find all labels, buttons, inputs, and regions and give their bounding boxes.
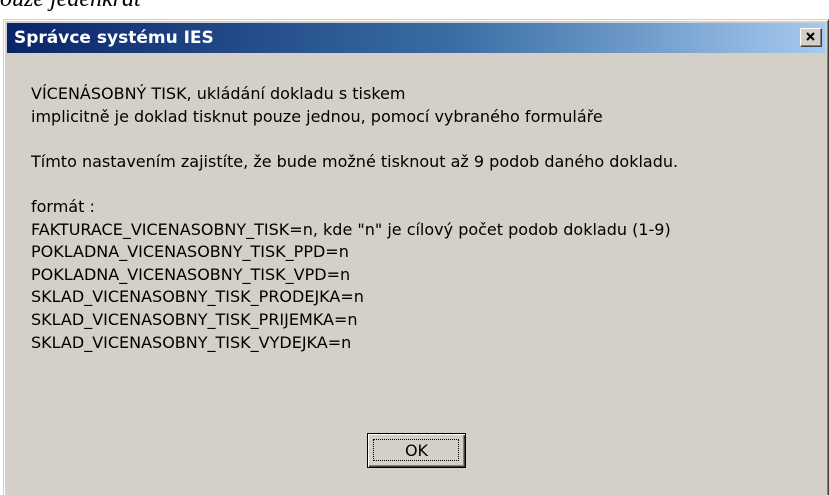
document-fragment-text: ouze jedenkrát: [0, 0, 141, 20]
dialog-titlebar[interactable]: Správce systému IES: [7, 23, 825, 53]
message-line: SKLAD_VICENASOBNY_TISK_VYDEJKA=n: [31, 332, 352, 352]
dialog-message: VÍCENÁSOBNÝ TISK, ukládání dokladu s tis…: [31, 83, 678, 354]
message-line: SKLAD_VICENASOBNY_TISK_PRODEJKA=n: [31, 287, 364, 307]
dialog-title: Správce systému IES: [14, 28, 214, 48]
message-dialog: Správce systému IES VÍCENÁSOBNÝ TISK, uk…: [3, 19, 829, 495]
message-line: POKLADNA_VICENASOBNY_TISK_VPD=n: [31, 264, 351, 284]
close-button[interactable]: [800, 28, 822, 47]
close-icon: [806, 32, 815, 41]
message-line: formát :: [31, 196, 95, 216]
message-line: POKLADNA_VICENASOBNY_TISK_PPD=n: [31, 242, 349, 262]
message-line: Tímto nastavením zajistíte, že bude možn…: [31, 151, 679, 171]
message-line: implicitně je doklad tisknut pouze jedno…: [31, 106, 603, 126]
ok-button[interactable]: OK: [367, 433, 466, 468]
ok-button-label: OK: [404, 441, 429, 460]
message-line: FAKTURACE_VICENASOBNY_TISK=n, kde "n" je…: [31, 219, 671, 239]
message-line: VÍCENÁSOBNÝ TISK, ukládání dokladu s tis…: [31, 84, 406, 103]
message-line: SKLAD_VICENASOBNY_TISK_PRIJEMKA=n: [31, 309, 358, 329]
